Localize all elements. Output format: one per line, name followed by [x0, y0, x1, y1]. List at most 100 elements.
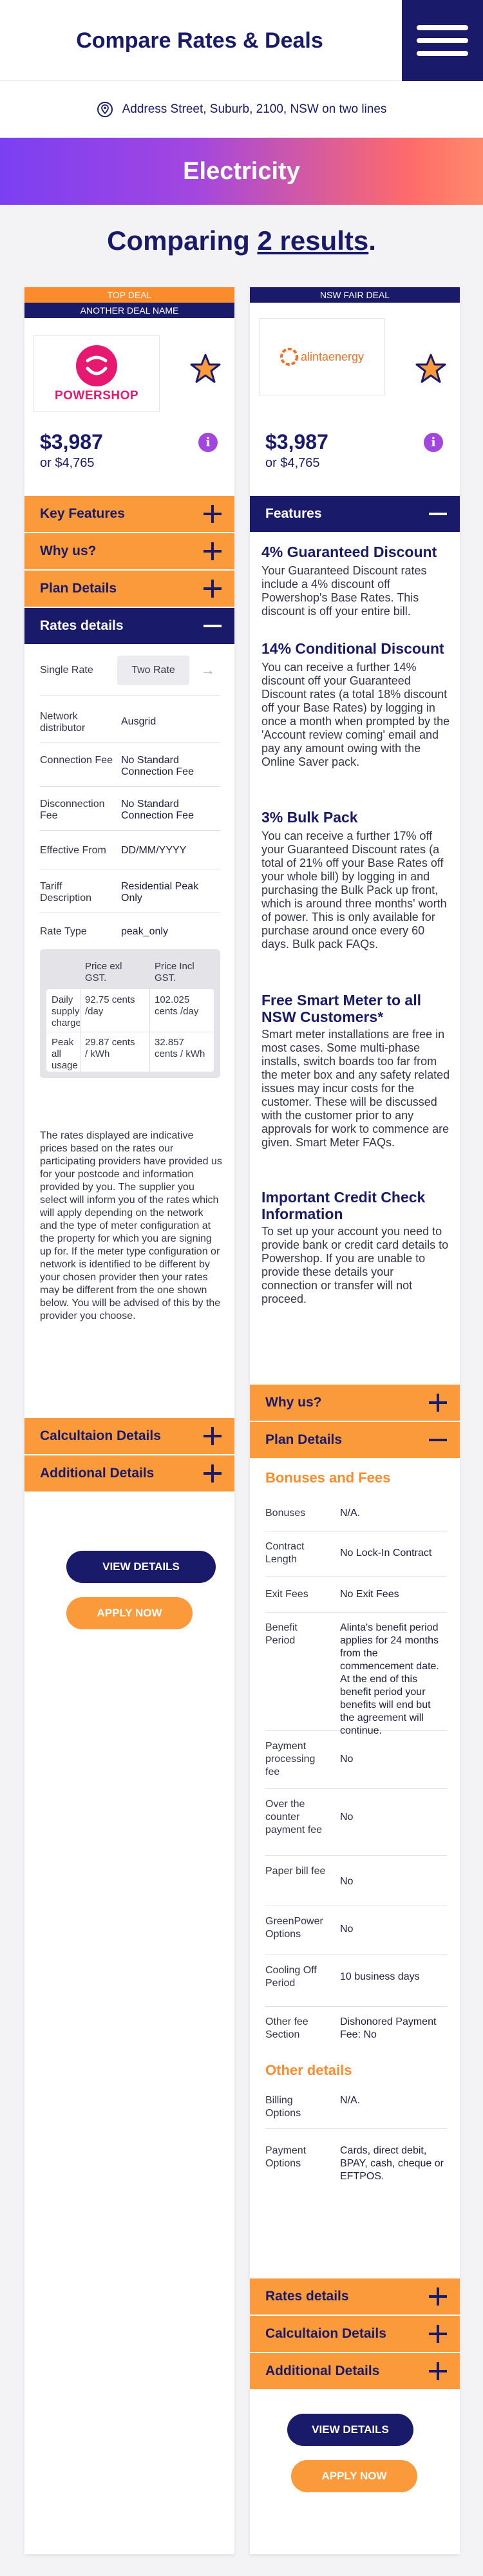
address-bar[interactable]: Address Street, Suburb, 2100, NSW on two…	[0, 81, 483, 138]
peak-usage-incl: 32.857 cents / kWh	[155, 1037, 205, 1059]
accordion-rates-details[interactable]: Rates details	[250, 2278, 460, 2315]
row-label: Billing Options	[265, 2095, 301, 2119]
row-label: Other fee Section	[265, 2016, 308, 2040]
plus-icon	[204, 1464, 222, 1482]
row-value: No Exit Fees	[340, 1589, 399, 1600]
table-row: Disconnection Fee No Standard Connection…	[40, 790, 220, 831]
hamburger-line	[417, 51, 468, 56]
provider-logo-powershop: POWERSHOP	[33, 335, 160, 412]
row-value: No	[340, 1812, 354, 1823]
row-value: N/A.	[340, 1508, 361, 1519]
row-label: Payment processing fee	[265, 1741, 316, 1777]
accordion-label: Why us?	[265, 1395, 322, 1410]
plus-icon	[429, 2325, 447, 2343]
accordion-features[interactable]: Features	[250, 496, 460, 532]
row-label: Connection Fee	[40, 755, 113, 766]
info-icon[interactable]: i	[424, 433, 443, 452]
accordion-calculation-details[interactable]: Calcultaion Details	[24, 1418, 234, 1454]
feature-text: You can receive a further 14% discount o…	[261, 661, 450, 768]
supply-charges-table: Daily supply charge 92.75 cents /day 102…	[46, 989, 214, 1072]
row-value: No Standard Connection Fee	[121, 799, 194, 821]
apply-now-button[interactable]: APPLY NOW	[291, 2460, 417, 2492]
hamburger-icon	[417, 25, 468, 30]
row-label: Tariff Description	[40, 881, 92, 904]
view-details-button[interactable]: VIEW DETAILS	[66, 1551, 216, 1583]
accordion-label: Features	[265, 506, 322, 521]
table-row: Paper bill fee No	[265, 1856, 447, 1906]
row-label: Rate Type	[40, 926, 87, 937]
accordion-calculation-details[interactable]: Calcultaion Details	[250, 2316, 460, 2352]
accordion-why-us[interactable]: Why us?	[24, 533, 234, 569]
hamburger-menu-button[interactable]	[402, 0, 483, 81]
comparison-heading: Comparing 2 results.	[0, 225, 483, 256]
table-row: Billing Options N/A.	[265, 2087, 447, 2129]
row-value: Cards, direct debit, BPAY, cash, cheque …	[340, 2145, 444, 2182]
row-value: No Standard Connection Fee	[121, 755, 194, 777]
nsw-fair-deal-tag: NSW FAIR DEAL	[250, 287, 460, 303]
powershop-logo-text: POWERSHOP	[54, 389, 139, 402]
alinta-logo-icon	[279, 348, 298, 366]
row-label: Over the counter payment fee	[265, 1799, 323, 1835]
accordion-why-us[interactable]: Why us?	[250, 1385, 460, 1421]
row-value: Residential Peak Only	[121, 881, 199, 904]
row-label: Network distributor	[40, 711, 86, 734]
favourite-star-icon[interactable]	[415, 353, 447, 385]
single-rate-option[interactable]: Single Rate	[40, 665, 113, 676]
table-row: Network distributor Ausgrid	[40, 702, 220, 743]
apply-now-button[interactable]: APPLY NOW	[66, 1597, 193, 1629]
comparison-suffix: .	[368, 225, 376, 256]
row-label: Exit Fees	[265, 1589, 308, 1600]
accordion-additional-details[interactable]: Additional Details	[250, 2353, 460, 2389]
plus-icon	[204, 505, 222, 523]
plus-icon	[204, 542, 222, 560]
bonuses-fees-heading: Bonuses and Fees	[265, 1470, 391, 1486]
address-text: Address Street, Suburb, 2100, NSW on two…	[122, 102, 387, 116]
row-label: GreenPower Options	[265, 1916, 323, 1940]
deal-card-right: NSW FAIR DEAL alintaenergy $3,987 or $4,…	[250, 287, 460, 2554]
daily-supply-excl: 92.75 cents /day	[85, 994, 135, 1017]
row-label: Bonuses	[265, 1508, 306, 1519]
row-value: peak_only	[121, 926, 168, 937]
rates-disclaimer: The rates displayed are indicative price…	[40, 1130, 222, 1321]
deal-price-alt: or $4,765	[40, 456, 95, 470]
table-row: Tariff Description Residential Peak Only	[40, 872, 220, 913]
row-value: No	[340, 1754, 354, 1765]
result-count-link[interactable]: 2 results	[257, 225, 368, 256]
row-label: Disconnection Fee	[40, 799, 105, 821]
two-rate-option[interactable]: Two Rate	[117, 656, 189, 685]
deal-price: $3,987	[40, 430, 103, 453]
feature-heading: 4% Guaranteed Discount	[261, 544, 437, 560]
accordion-label: Additional Details	[40, 1466, 155, 1481]
divider	[149, 989, 150, 1072]
row-value: Alinta's benefit period applies for 24 m…	[340, 1622, 439, 1736]
info-icon[interactable]: i	[198, 433, 218, 452]
top-deal-tag: TOP DEAL	[24, 287, 234, 303]
arrow-right-icon[interactable]: →	[201, 662, 215, 679]
accordion-additional-details[interactable]: Additional Details	[24, 1455, 234, 1492]
plus-icon	[429, 1394, 447, 1412]
minus-icon	[204, 617, 222, 635]
accordion-plan-details[interactable]: Plan Details	[250, 1422, 460, 1458]
peak-usage-excl: 29.87 cents / kWh	[85, 1037, 135, 1059]
daily-supply-label: Daily supply charge	[52, 994, 81, 1028]
powershop-logo-icon	[76, 345, 117, 386]
deal-name-tag: ANOTHER DEAL NAME	[24, 303, 234, 318]
accordion-rates-details[interactable]: Rates details	[24, 608, 234, 644]
top-header: Compare Rates & Deals	[0, 0, 483, 81]
accordion-label: Rates details	[40, 618, 124, 633]
hamburger-line	[417, 38, 468, 43]
accordion-key-features[interactable]: Key Features	[24, 496, 234, 532]
accordion-label: Additional Details	[265, 2363, 380, 2378]
table-row: Bonuses N/A.	[265, 1495, 447, 1531]
rate-type-toggle-row: Single Rate Two Rate →	[40, 656, 220, 696]
accordion-plan-details[interactable]: Plan Details	[24, 571, 234, 607]
view-details-button[interactable]: VIEW DETAILS	[287, 2414, 413, 2446]
plus-icon	[204, 1427, 222, 1445]
favourite-star-icon[interactable]	[189, 353, 222, 385]
row-value: N/A.	[340, 2095, 361, 2106]
row-value: 10 business days	[340, 1971, 420, 1982]
deal-price-alt: or $4,765	[265, 456, 320, 470]
row-value: No	[340, 1924, 354, 1935]
minus-icon	[429, 1431, 447, 1449]
supply-charges-box: Price exl GST. Price Incl GST. Daily sup…	[40, 949, 220, 1078]
